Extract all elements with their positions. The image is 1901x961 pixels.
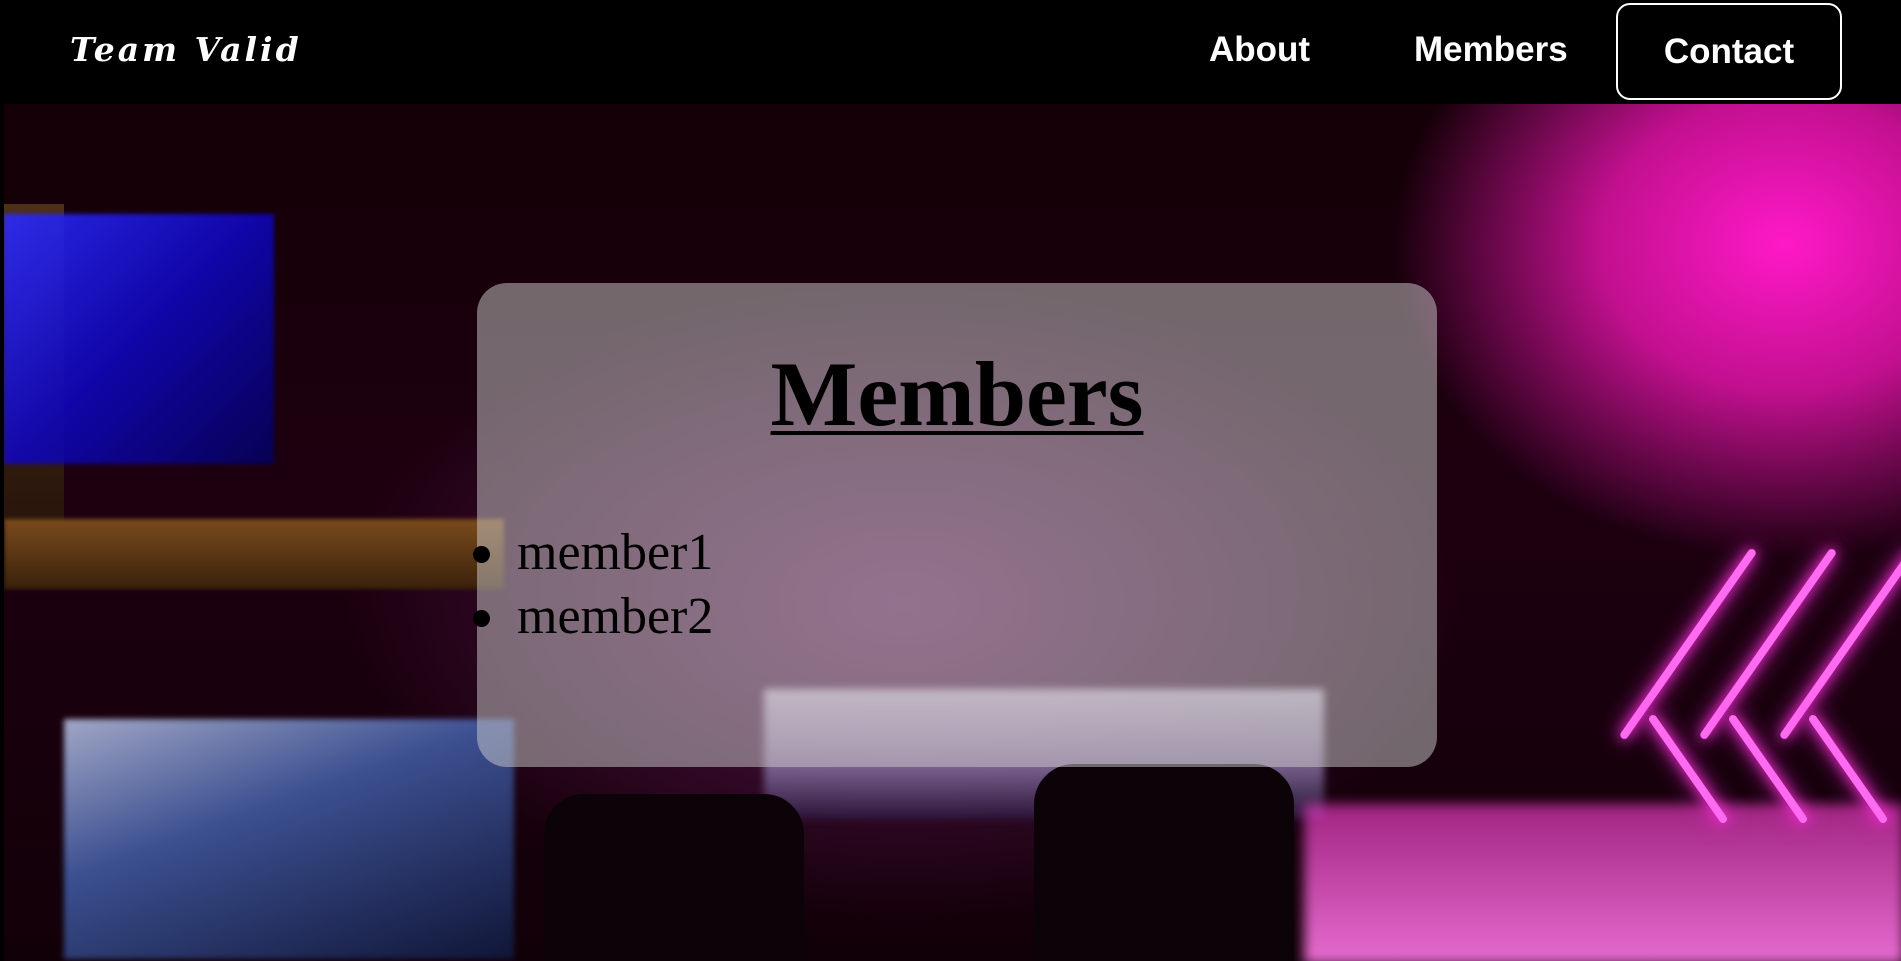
top-navbar: Team Valid About Members Contact — [0, 0, 1901, 104]
bullet-icon — [473, 546, 490, 563]
nav-contact-button[interactable]: Contact — [1616, 3, 1842, 100]
page: Team Valid About Members Contact Members… — [0, 0, 1901, 961]
neon-chevron-stroke — [1698, 547, 1838, 741]
brand-logo[interactable]: Team Valid — [70, 30, 302, 69]
background-gaming-chair — [544, 794, 804, 961]
nav-link-about[interactable]: About — [1209, 30, 1310, 70]
members-list: member1 member2 — [473, 521, 714, 649]
member-list-item: member2 — [473, 585, 714, 649]
background-pink-glow — [1304, 804, 1901, 961]
nav-link-members[interactable]: Members — [1414, 30, 1568, 70]
neon-chevron-stroke — [1618, 547, 1758, 741]
members-card: Members member1 member2 — [473, 283, 1437, 767]
background-wood-shelf — [4, 519, 504, 589]
neon-chevron-stroke — [1778, 547, 1901, 741]
background-blue-monitor — [4, 214, 274, 464]
background-gaming-chair — [1034, 764, 1294, 961]
member-name: member2 — [517, 588, 714, 645]
bullet-icon — [473, 610, 490, 627]
member-name: member1 — [517, 524, 714, 581]
members-heading: Members — [770, 343, 1144, 445]
background-monitor — [64, 719, 514, 959]
member-list-item: member1 — [473, 521, 714, 585]
